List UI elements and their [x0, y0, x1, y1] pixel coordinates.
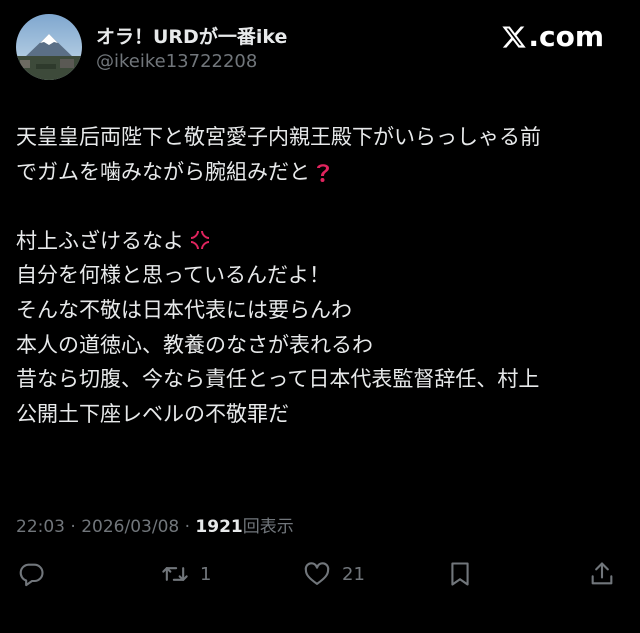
retweet-icon	[160, 560, 190, 588]
heart-icon	[302, 560, 332, 588]
share-button[interactable]	[588, 560, 616, 588]
tweet-meta: 22:03 · 2026/03/08 · 1921回表示	[16, 512, 294, 537]
x-logo-icon	[501, 24, 527, 50]
x-com-brand: .com	[501, 20, 604, 53]
tweet-line-text: 村上ふざけるなよ	[16, 228, 184, 253]
views-count: 1921	[195, 517, 243, 537]
tweet-line: 昔なら切腹、今なら責任とって日本代表監督辞任、村上	[16, 367, 540, 392]
anger-symbol-icon	[188, 228, 212, 263]
tweet-date[interactable]: 2026/03/08	[81, 517, 179, 537]
reply-button[interactable]	[18, 560, 46, 588]
bookmark-icon	[446, 560, 474, 588]
tweet-time[interactable]: 22:03	[16, 517, 65, 537]
retweet-button[interactable]: 1	[160, 560, 211, 588]
tweet-header: オラ！URDが一番ike @ikeike13722208 .com	[0, 0, 640, 100]
tweet-line: 公開土下座レベルの不敬罪だ	[16, 401, 289, 426]
author-handle[interactable]: @ikeike13722208	[96, 51, 257, 72]
tweet-actions: 1 21	[0, 560, 640, 600]
like-count: 21	[342, 563, 365, 585]
meta-separator: ·	[70, 517, 76, 537]
retweet-count: 1	[200, 563, 212, 585]
tweet-line: 本人の道徳心、教養のなさが表れるわ	[16, 332, 373, 357]
tweet-line: でガムを噛みながら腕組みだと	[16, 155, 628, 190]
share-icon	[588, 560, 616, 588]
like-button[interactable]: 21	[302, 560, 365, 588]
tweet-line: そんな不敬は日本代表には要らんわ	[16, 297, 352, 322]
tweet-line-text: でガムを噛みながら腕組みだと	[16, 159, 310, 184]
red-question-mark-icon	[314, 159, 332, 194]
meta-separator: ·	[184, 517, 191, 537]
avatar[interactable]	[16, 14, 82, 80]
bookmark-button[interactable]	[446, 560, 474, 588]
x-com-label: .com	[528, 20, 604, 53]
tweet-line: 自分を何様と思っているんだよ！	[16, 263, 330, 288]
tweet-line: 村上ふざけるなよ	[16, 224, 628, 259]
views-label: 回表示	[242, 517, 294, 537]
divider	[16, 548, 624, 549]
reply-icon	[18, 560, 46, 588]
tweet-text: 天皇皇后両陛下と敬宮愛子内親王殿下がいらっしゃる前 でガムを噛みながら腕組みだと…	[16, 120, 628, 431]
author-display-name[interactable]: オラ！URDが一番ike	[96, 22, 287, 49]
tweet-line: 天皇皇后両陛下と敬宮愛子内親王殿下がいらっしゃる前	[16, 125, 541, 149]
